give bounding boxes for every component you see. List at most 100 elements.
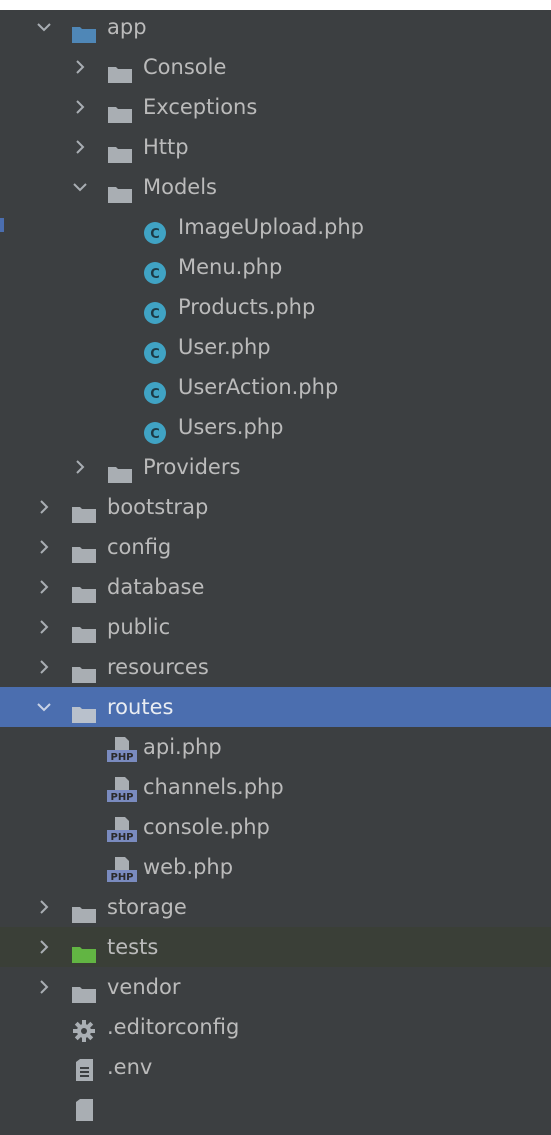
- chevron-right-icon[interactable]: [72, 59, 88, 75]
- svg-text:C: C: [150, 227, 160, 242]
- tree-row-user[interactable]: C User.php: [0, 327, 551, 367]
- svg-text:PHP: PHP: [110, 872, 133, 882]
- tree-item-label: config: [107, 535, 172, 559]
- chevron-right-icon[interactable]: [36, 939, 52, 955]
- tree-item-label: Console: [143, 55, 227, 79]
- tree-item-label: web.php: [143, 855, 234, 879]
- php-file-icon: PHP: [107, 815, 137, 843]
- tree-row-users[interactable]: C Users.php: [0, 407, 551, 447]
- tree-item-label: storage: [107, 895, 187, 919]
- tree-row-providers[interactable]: Providers: [0, 447, 551, 487]
- tree-item-label: User.php: [178, 335, 271, 359]
- svg-text:PHP: PHP: [110, 752, 133, 762]
- tree-row-api[interactable]: PHP api.php: [0, 727, 551, 767]
- svg-text:PHP: PHP: [110, 832, 133, 842]
- php-class-icon: C: [143, 217, 167, 244]
- tree-row-partial: [0, 1087, 551, 1127]
- chevron-right-icon[interactable]: [72, 139, 88, 155]
- tree-item-label: channels.php: [143, 775, 284, 799]
- tree-row-models[interactable]: Models: [0, 167, 551, 207]
- tree-row-exceptions[interactable]: Exceptions: [0, 87, 551, 127]
- tree-row-storage[interactable]: storage: [0, 887, 551, 927]
- chevron-down-icon[interactable]: [72, 179, 88, 195]
- tree-item-label: bootstrap: [107, 495, 209, 519]
- php-file-icon: PHP: [107, 775, 137, 803]
- php-file-icon: PHP: [107, 855, 137, 883]
- tree-item-label: Models: [143, 175, 217, 199]
- chevron-right-icon[interactable]: [36, 539, 52, 555]
- tree-item-label: public: [107, 615, 171, 639]
- chevron-right-icon[interactable]: [36, 979, 52, 995]
- svg-text:C: C: [150, 427, 160, 442]
- svg-text:C: C: [150, 307, 160, 322]
- folder-icon: [71, 17, 96, 43]
- folder-icon: [107, 457, 132, 483]
- folder-icon: [71, 537, 96, 563]
- php-class-icon: C: [143, 377, 167, 404]
- chevron-right-icon[interactable]: [72, 99, 88, 115]
- tree-item-label: tests: [107, 935, 159, 959]
- tree-row-products[interactable]: C Products.php: [0, 287, 551, 327]
- tree-row-useraction[interactable]: C UserAction.php: [0, 367, 551, 407]
- php-class-icon: C: [143, 337, 167, 364]
- tree-row-database[interactable]: database: [0, 567, 551, 607]
- php-class-icon: C: [143, 257, 167, 284]
- chevron-right-icon[interactable]: [36, 579, 52, 595]
- tree-row-imageupload[interactable]: C ImageUpload.php: [0, 207, 551, 247]
- folder-icon: [71, 497, 96, 523]
- folder-icon: [107, 97, 132, 123]
- folder-icon: [71, 617, 96, 643]
- folder-icon: [71, 697, 96, 723]
- tree-row-config[interactable]: config: [0, 527, 551, 567]
- folder-icon: [107, 177, 132, 203]
- tree-item-label: api.php: [143, 735, 222, 759]
- tree-item-label: Users.php: [178, 415, 284, 439]
- tree-item-label: Products.php: [178, 295, 316, 319]
- svg-text:C: C: [150, 267, 160, 282]
- tree-row-routes[interactable]: routes: [0, 687, 551, 727]
- tree-row-channels[interactable]: PHP channels.php: [0, 767, 551, 807]
- chevron-right-icon[interactable]: [36, 619, 52, 635]
- chevron-right-icon[interactable]: [72, 459, 88, 475]
- test-folder-icon: [71, 937, 96, 963]
- chevron-right-icon[interactable]: [36, 499, 52, 515]
- tree-row-menu[interactable]: C Menu.php: [0, 247, 551, 287]
- svg-text:C: C: [150, 347, 160, 362]
- tree-row-app[interactable]: app: [0, 7, 551, 47]
- tree-item-label: UserAction.php: [178, 375, 339, 399]
- text-file-icon: [75, 1095, 99, 1121]
- folder-icon: [107, 57, 132, 83]
- tree-row-console[interactable]: Console: [0, 47, 551, 87]
- tree-item-label: resources: [107, 655, 209, 679]
- tree-item-label: routes: [107, 695, 174, 719]
- chevron-right-icon[interactable]: [36, 659, 52, 675]
- chevron-down-icon[interactable]: [36, 699, 52, 715]
- tree-item-label: .editorconfig: [107, 1015, 240, 1039]
- svg-text:PHP: PHP: [110, 792, 133, 802]
- tree-item-label: vendor: [107, 975, 181, 999]
- tree-row-tests[interactable]: tests: [0, 927, 551, 967]
- tree-row-resources[interactable]: resources: [0, 647, 551, 687]
- tree-item-label: Exceptions: [143, 95, 258, 119]
- tree-row-editorconfig[interactable]: .editorconfig: [0, 1007, 551, 1047]
- chevron-down-icon[interactable]: [36, 19, 52, 35]
- tree-row-http[interactable]: Http: [0, 127, 551, 167]
- php-class-icon: C: [143, 297, 167, 324]
- chevron-right-icon[interactable]: [36, 899, 52, 915]
- folder-icon: [71, 577, 96, 603]
- tree-item-label: app: [107, 15, 147, 39]
- tree-row-console-php[interactable]: PHP console.php: [0, 807, 551, 847]
- tree-item-label: Providers: [143, 455, 241, 479]
- php-file-icon: PHP: [107, 735, 137, 763]
- tree-row-env[interactable]: .env: [0, 1047, 551, 1087]
- tree-row-vendor[interactable]: vendor: [0, 967, 551, 1007]
- tree-item-label: console.php: [143, 815, 270, 839]
- tree-row-bootstrap[interactable]: bootstrap: [0, 487, 551, 527]
- folder-icon: [71, 977, 96, 1003]
- folder-icon: [71, 657, 96, 683]
- text-file-icon: [75, 1055, 99, 1081]
- tree-item-label: Menu.php: [178, 255, 283, 279]
- folder-icon: [107, 137, 132, 163]
- tree-row-public[interactable]: public: [0, 607, 551, 647]
- tree-row-web[interactable]: PHP web.php: [0, 847, 551, 887]
